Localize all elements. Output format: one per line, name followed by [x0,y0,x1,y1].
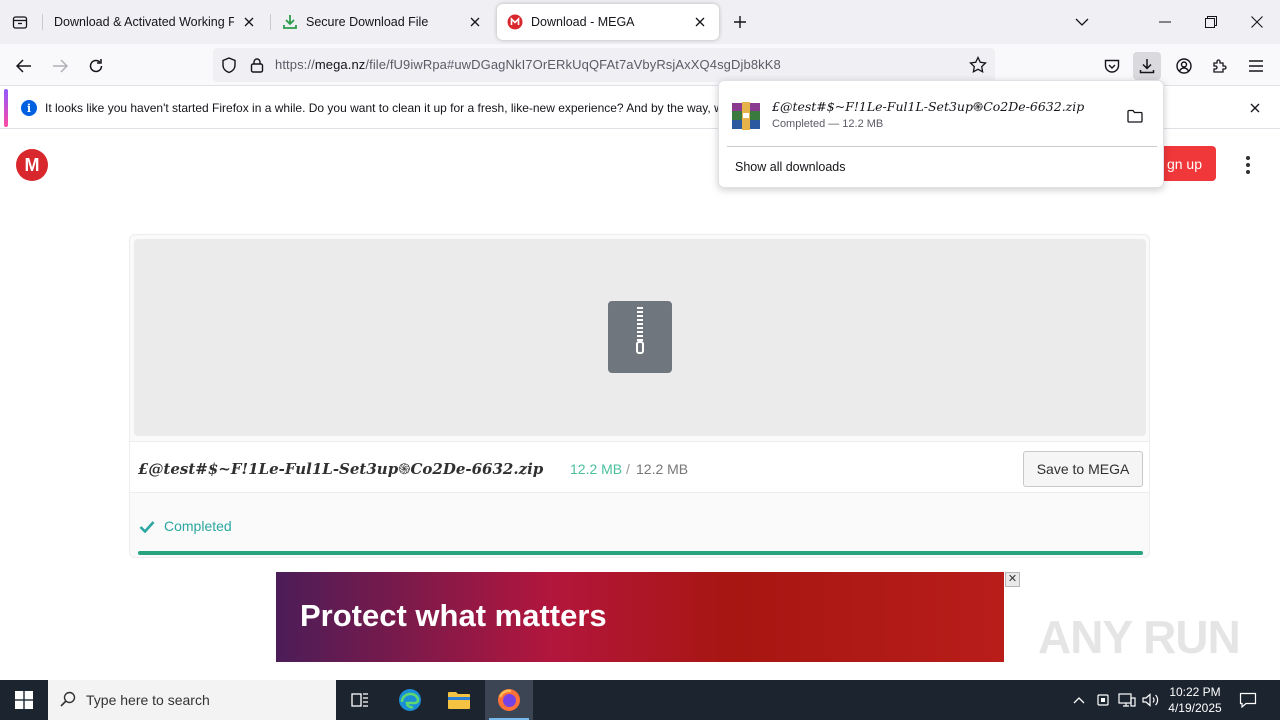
restore-icon[interactable] [1195,6,1227,38]
lock-icon[interactable] [248,56,266,74]
downloads-icon[interactable] [1133,52,1161,80]
taskbar-clock[interactable]: 10:22 PM 4/19/2025 [1160,684,1230,716]
size-separator: / [626,461,630,477]
download-status: Completed [138,517,232,535]
file-name: £@test#$~F!1Le-Ful1L-Set3up֍Co2De-6632.z… [138,460,544,478]
back-arrow-icon[interactable] [10,52,38,80]
close-icon[interactable] [691,13,709,31]
pocket-icon[interactable] [1098,52,1126,80]
tracking-shield-icon[interactable] [220,56,238,74]
file-explorer-icon[interactable] [435,680,483,720]
save-to-mega-button[interactable]: Save to MEGA [1023,451,1143,487]
show-all-downloads-link[interactable]: Show all downloads [735,160,846,174]
tab-download-mega[interactable]: Download - MEGA [497,4,719,40]
chevron-up-icon[interactable] [1069,690,1089,710]
checkmark-icon [138,517,156,535]
forward-arrow-icon[interactable] [46,52,74,80]
clock-date: 4/19/2025 [1168,701,1222,715]
tab-title: Secure Download File [306,15,429,29]
ad-banner[interactable]: Protect what matters [276,572,1004,662]
volume-icon[interactable] [1141,690,1161,710]
new-tab-plus-icon[interactable] [728,10,752,34]
progress-bar [138,551,1143,555]
minimize-icon[interactable] [1149,6,1181,38]
close-icon[interactable] [240,13,258,31]
downloaded-size: 12.2 MB [570,461,623,477]
search-placeholder: Type here to search [86,692,210,708]
tab-title: Download - MEGA [531,15,635,29]
network-icon[interactable] [1117,690,1137,710]
extensions-puzzle-icon[interactable] [1206,52,1234,80]
total-size: 12.2 MB [636,461,689,477]
download-filename[interactable]: £@test#$~F!1Le-Ful1L-Set3up֍Co2De-6632.z… [772,98,1084,115]
account-icon[interactable] [1170,52,1198,80]
reload-icon[interactable] [82,52,110,80]
tab-secure-download[interactable]: Secure Download File [272,4,494,40]
address-bar[interactable]: https://mega.nz/file/fU9iwRpa#uwDGagNkI7… [213,48,995,82]
file-preview [134,239,1146,436]
edge-browser-icon[interactable] [386,680,434,720]
windows-taskbar: Type here to search 10:22 PM 4/19/2025 [0,680,1280,720]
mega-logo-icon [507,14,523,30]
hamburger-menu-icon[interactable] [1242,52,1270,80]
ad-headline: Protect what matters [300,598,607,633]
firefox-taskbar-icon[interactable] [485,680,533,720]
search-icon [60,691,76,710]
list-all-tabs-icon[interactable] [8,10,32,34]
close-icon[interactable] [1246,99,1264,117]
chevron-down-icon[interactable] [1066,6,1098,38]
clock-time: 10:22 PM [1169,685,1221,699]
tab-strip: Download & Activated Working Full Secure… [0,0,1280,44]
taskbar-search[interactable]: Type here to search [48,680,336,720]
task-view-icon[interactable] [336,680,384,720]
folder-icon[interactable] [1125,106,1145,126]
window-close-icon[interactable] [1241,6,1273,38]
file-download-card: £@test#$~F!1Le-Ful1L-Set3up֍Co2De-6632.z… [129,234,1150,558]
ad-close-button[interactable]: ✕ [1005,572,1020,587]
bookmark-star-icon[interactable] [969,56,987,74]
mega-logo[interactable]: M [16,149,48,181]
progress-fill [138,551,1143,555]
notification-center-icon[interactable] [1238,690,1258,710]
status-text: Completed [164,518,232,534]
anyrun-watermark: ANY RUN [1038,611,1241,663]
archive-file-icon [730,100,762,132]
windows-start-icon[interactable] [0,680,48,720]
more-options-icon[interactable] [1236,152,1260,178]
tab-title: Download & Activated Working Full [54,15,234,29]
download-status-text: Completed — 12.2 MB [772,118,884,130]
zip-file-icon [608,301,672,373]
download-arrow-icon [282,14,298,30]
close-icon[interactable] [466,13,484,31]
downloads-panel: £@test#$~F!1Le-Ful1L-Set3up֍Co2De-6632.z… [718,80,1164,188]
file-info-row: £@test#$~F!1Le-Ful1L-Set3up֍Co2De-6632.z… [130,441,1149,493]
tab-download-activated[interactable]: Download & Activated Working Full [44,4,268,40]
device-icon[interactable] [1093,690,1113,710]
url-text[interactable]: https://mega.nz/file/fU9iwRpa#uwDGagNkI7… [275,57,781,72]
info-icon: i [21,100,37,116]
notification-text: It looks like you haven't started Firefo… [45,101,723,115]
